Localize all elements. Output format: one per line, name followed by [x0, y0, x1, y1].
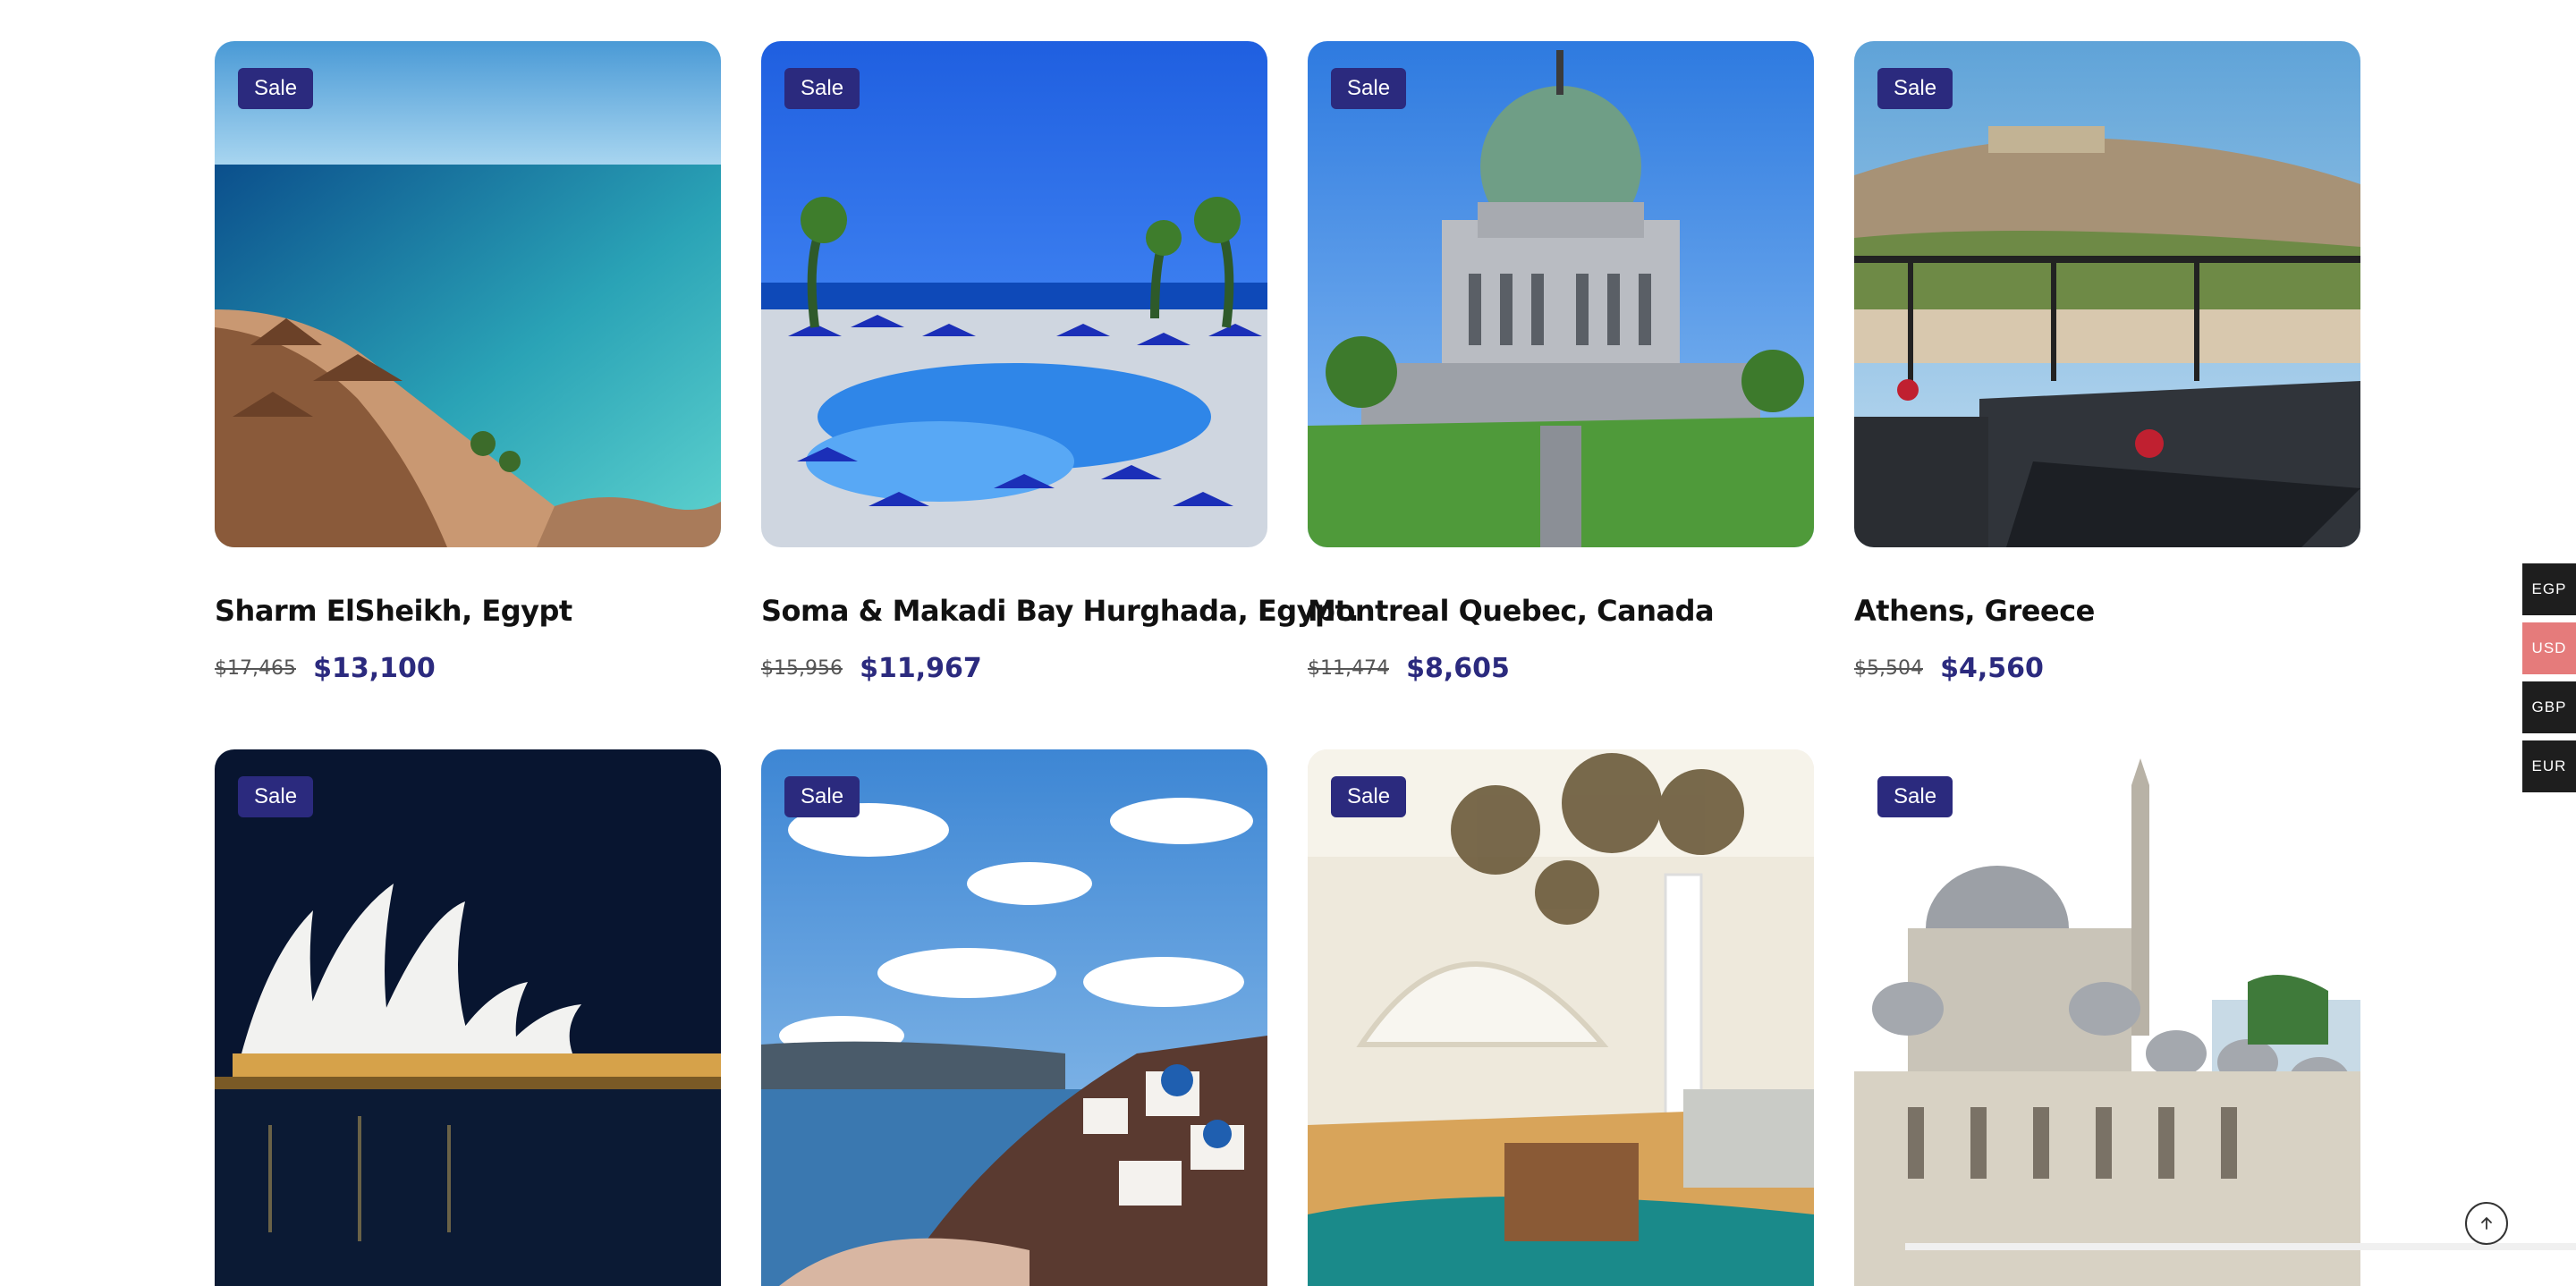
original-price: $5,504 — [1854, 657, 1923, 680]
hotel-lobby-photo — [1308, 749, 1814, 1286]
sale-badge: Sale — [1331, 776, 1407, 817]
scroll-to-top-button[interactable] — [2465, 1202, 2508, 1245]
destination-title[interactable]: Soma & Makadi Bay Hurghada, Egypt. — [761, 594, 1359, 628]
sale-badge: Sale — [1877, 776, 1953, 817]
destination-image[interactable]: Sale — [1308, 41, 1814, 547]
original-price: $17,465 — [215, 657, 296, 680]
oratory-photo — [1308, 41, 1814, 547]
arrow-up-icon — [2481, 1217, 2492, 1230]
destination-image[interactable]: Sale — [1854, 749, 2360, 1286]
destination-card[interactable]: Sale Sharm ElSheikh, Egypt $17,465 $13,1… — [215, 41, 721, 684]
price-row: $15,956 $11,967 — [761, 653, 982, 684]
pool-resort-photo — [761, 41, 1267, 547]
sale-badge: Sale — [238, 68, 314, 109]
mosque-photo — [1854, 749, 2360, 1286]
sale-price: $11,967 — [860, 653, 982, 684]
destination-grid: Sale Sharm ElSheikh, Egypt $17,465 $13,1… — [0, 0, 2576, 1286]
destination-title[interactable]: Sharm ElSheikh, Egypt — [215, 594, 572, 628]
destination-card[interactable]: Sale Athens, Greece $5,504 $4,560 — [1854, 41, 2360, 684]
sale-price: $13,100 — [313, 653, 436, 684]
destination-image[interactable]: Sale — [761, 41, 1267, 547]
sale-badge: Sale — [238, 776, 314, 817]
sydney-opera-photo — [215, 749, 721, 1286]
price-row: $17,465 $13,100 — [215, 653, 436, 684]
sale-price: $4,560 — [1940, 653, 2044, 684]
currency-gbp[interactable]: GBP — [2522, 681, 2576, 733]
santorini-photo — [761, 749, 1267, 1286]
destination-card[interactable]: Sale Montreal Quebec, Canada $11,474 $8,… — [1308, 41, 1814, 684]
bottom-bar — [1905, 1243, 2576, 1250]
currency-eur[interactable]: EUR — [2522, 740, 2576, 792]
destination-image[interactable]: Sale — [215, 749, 721, 1286]
destination-card[interactable]: Sale — [1854, 749, 2360, 1286]
destination-image[interactable]: Sale — [1854, 41, 2360, 547]
destination-image[interactable]: Sale — [215, 41, 721, 547]
destination-image[interactable]: Sale — [761, 749, 1267, 1286]
destination-card[interactable]: Sale Soma & Makadi Bay Hurghada, Egypt. … — [761, 41, 1359, 684]
destination-card[interactable]: Sale — [215, 749, 721, 1286]
price-row: $5,504 $4,560 — [1854, 653, 2044, 684]
price-row: $11,474 $8,605 — [1308, 653, 1510, 684]
destination-title[interactable]: Athens, Greece — [1854, 594, 2095, 628]
beach-resort-photo — [215, 41, 721, 547]
destination-card[interactable]: Sale — [1308, 749, 1814, 1286]
sale-badge: Sale — [784, 776, 860, 817]
acropolis-terrace-photo — [1854, 41, 2360, 547]
currency-usd[interactable]: USD — [2522, 622, 2576, 674]
destination-title[interactable]: Montreal Quebec, Canada — [1308, 594, 1715, 628]
sale-badge: Sale — [784, 68, 860, 109]
sale-price: $8,605 — [1406, 653, 1510, 684]
original-price: $15,956 — [761, 657, 843, 680]
sale-badge: Sale — [1877, 68, 1953, 109]
sale-badge: Sale — [1331, 68, 1407, 109]
currency-egp[interactable]: EGP — [2522, 563, 2576, 615]
destination-card[interactable]: Sale — [761, 749, 1267, 1286]
original-price: $11,474 — [1308, 657, 1389, 680]
destination-image[interactable]: Sale — [1308, 749, 1814, 1286]
